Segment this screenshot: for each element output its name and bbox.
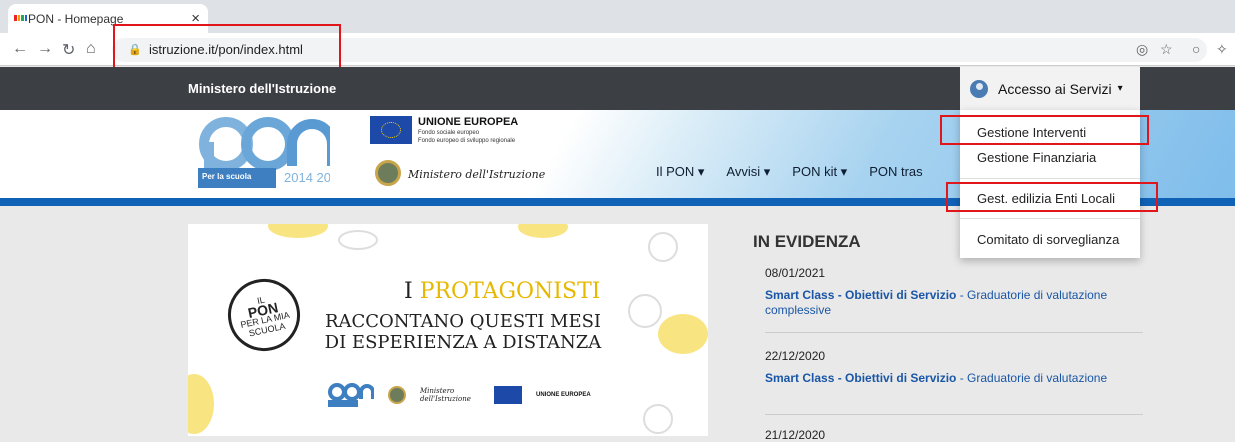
circle-icon[interactable]: ○ [1192,41,1200,57]
nav-item-avvisi[interactable]: Avvisi ▾ [726,164,770,180]
ministero-script-logo: Ministero dell'Istruzione [408,168,546,181]
eu-line1: Fondo sociale europeo [418,130,480,136]
decor-blob [188,374,214,434]
lock-icon[interactable]: 🔒 [128,43,142,56]
news-title[interactable]: Smart Class - Obiettivi di Servizio [765,371,956,385]
banner-logos: Ministero dell'Istruzione UNIONE EUROPEA [328,382,591,408]
eu-label: UNIONE EUROPEA Fondo sociale europeo Fon… [418,116,518,145]
banner-subtitle: RACCONTANO QUESTI MESI DI ESPERIENZA A D… [324,311,602,353]
menu-item-gestione-finanziaria[interactable]: Gestione Finanziaria [977,150,1096,165]
decor-blob [658,314,708,354]
access-services-button[interactable]: Accesso ai Servizi ▾ [960,67,1140,110]
main-nav: Il PON ▾ Avvisi ▾ PON kit ▾ PON tras [656,164,923,180]
news-divider [765,414,1143,415]
nav-item-il-pon[interactable]: Il PON ▾ [656,164,704,180]
chevron-down-icon: ▾ [1117,83,1123,94]
decor-blob [268,224,328,238]
small-emblem-icon [388,386,406,404]
news-item[interactable]: 22/12/2020 Smart Class - Obiettivi di Se… [765,349,1135,386]
news-date: 22/12/2020 [765,349,826,363]
decor-blob [518,224,568,238]
pon-mia-scuola-stamp: IL PON PER LA MIA SCUOLA [221,272,307,358]
lightbulb-doodle [648,232,678,262]
browser-toolbar: ← → ↻ ⌂ 🔒 istruzione.it/pon/index.html ◎… [0,33,1235,66]
browser-tabbar: PON - Homepage × [0,0,1235,33]
pon-logo[interactable]: Per la scuola 2014 2020 [198,114,330,190]
eu-title: UNIONE EUROPEA [418,116,519,128]
pon-years: 2014 2020 [284,170,330,185]
favicon-icon [14,15,27,21]
globe-doodle [643,404,673,434]
pon-small-logo [328,383,374,407]
eye-slash-icon[interactable]: ◎ [1136,41,1148,58]
cloud-doodle [338,230,378,250]
menu-item-gestione-interventi[interactable]: Gestione Interventi [977,125,1086,140]
menu-divider [960,178,1140,179]
news-title[interactable]: Smart Class - Obiettivi di Servizio [765,288,956,302]
news-divider [765,332,1143,333]
star-icon[interactable]: ☆ [1160,41,1173,58]
access-services-label: Accesso ai Servizi [998,80,1112,97]
url-text[interactable]: istruzione.it/pon/index.html [149,42,303,57]
ministry-link[interactable]: Ministero dell'Istruzione [188,81,336,96]
magnifier-doodle [628,294,662,328]
news-date: 21/12/2020 [765,428,826,442]
puzzle-icon[interactable]: ✧ [1216,41,1228,58]
nav-item-pon-kit[interactable]: PON kit ▾ [792,164,847,180]
news-item[interactable]: 08/01/2021 Smart Class - Obiettivi di Se… [765,266,1135,318]
italian-emblem-icon [375,160,401,186]
eu-flag-icon [370,116,412,144]
small-ministero-logo: Ministero dell'Istruzione [420,387,471,403]
news-date: 08/01/2021 [765,266,826,280]
small-eu-flag-icon [494,386,522,404]
banner-title: I PROTAGONISTI [404,279,601,304]
pon-tagline: Per la scuola [202,172,252,181]
menu-item-comitato-sorveglianza[interactable]: Comitato di sorveglianza [977,232,1119,247]
forward-icon[interactable]: → [37,40,53,58]
nav-item-pon-trasparenza[interactable]: PON tras [869,164,922,180]
news-subtitle[interactable]: - Graduatorie di valutazione [956,371,1107,385]
tab-title: PON - Homepage [28,11,124,26]
small-eu-label: UNIONE EUROPEA [536,392,591,398]
eu-line2: Fondo europeo di sviluppo regionale [418,138,516,144]
back-icon[interactable]: ← [12,40,28,58]
reload-icon[interactable]: ↻ [62,40,75,60]
menu-item-gest-edilizia[interactable]: Gest. edilizia Enti Locali [977,191,1115,206]
tab-close-icon[interactable]: × [191,10,200,27]
news-item[interactable]: 21/12/2020 [765,428,825,442]
user-avatar-icon [970,79,988,98]
home-icon[interactable]: ⌂ [86,40,96,58]
menu-divider [960,218,1140,219]
protagonisti-banner[interactable]: IL PON PER LA MIA SCUOLA I PROTAGONISTI … [188,224,708,436]
browser-tab[interactable]: PON - Homepage × [8,4,208,33]
access-services-dropdown: Gestione Interventi Gestione Finanziaria… [960,110,1140,258]
